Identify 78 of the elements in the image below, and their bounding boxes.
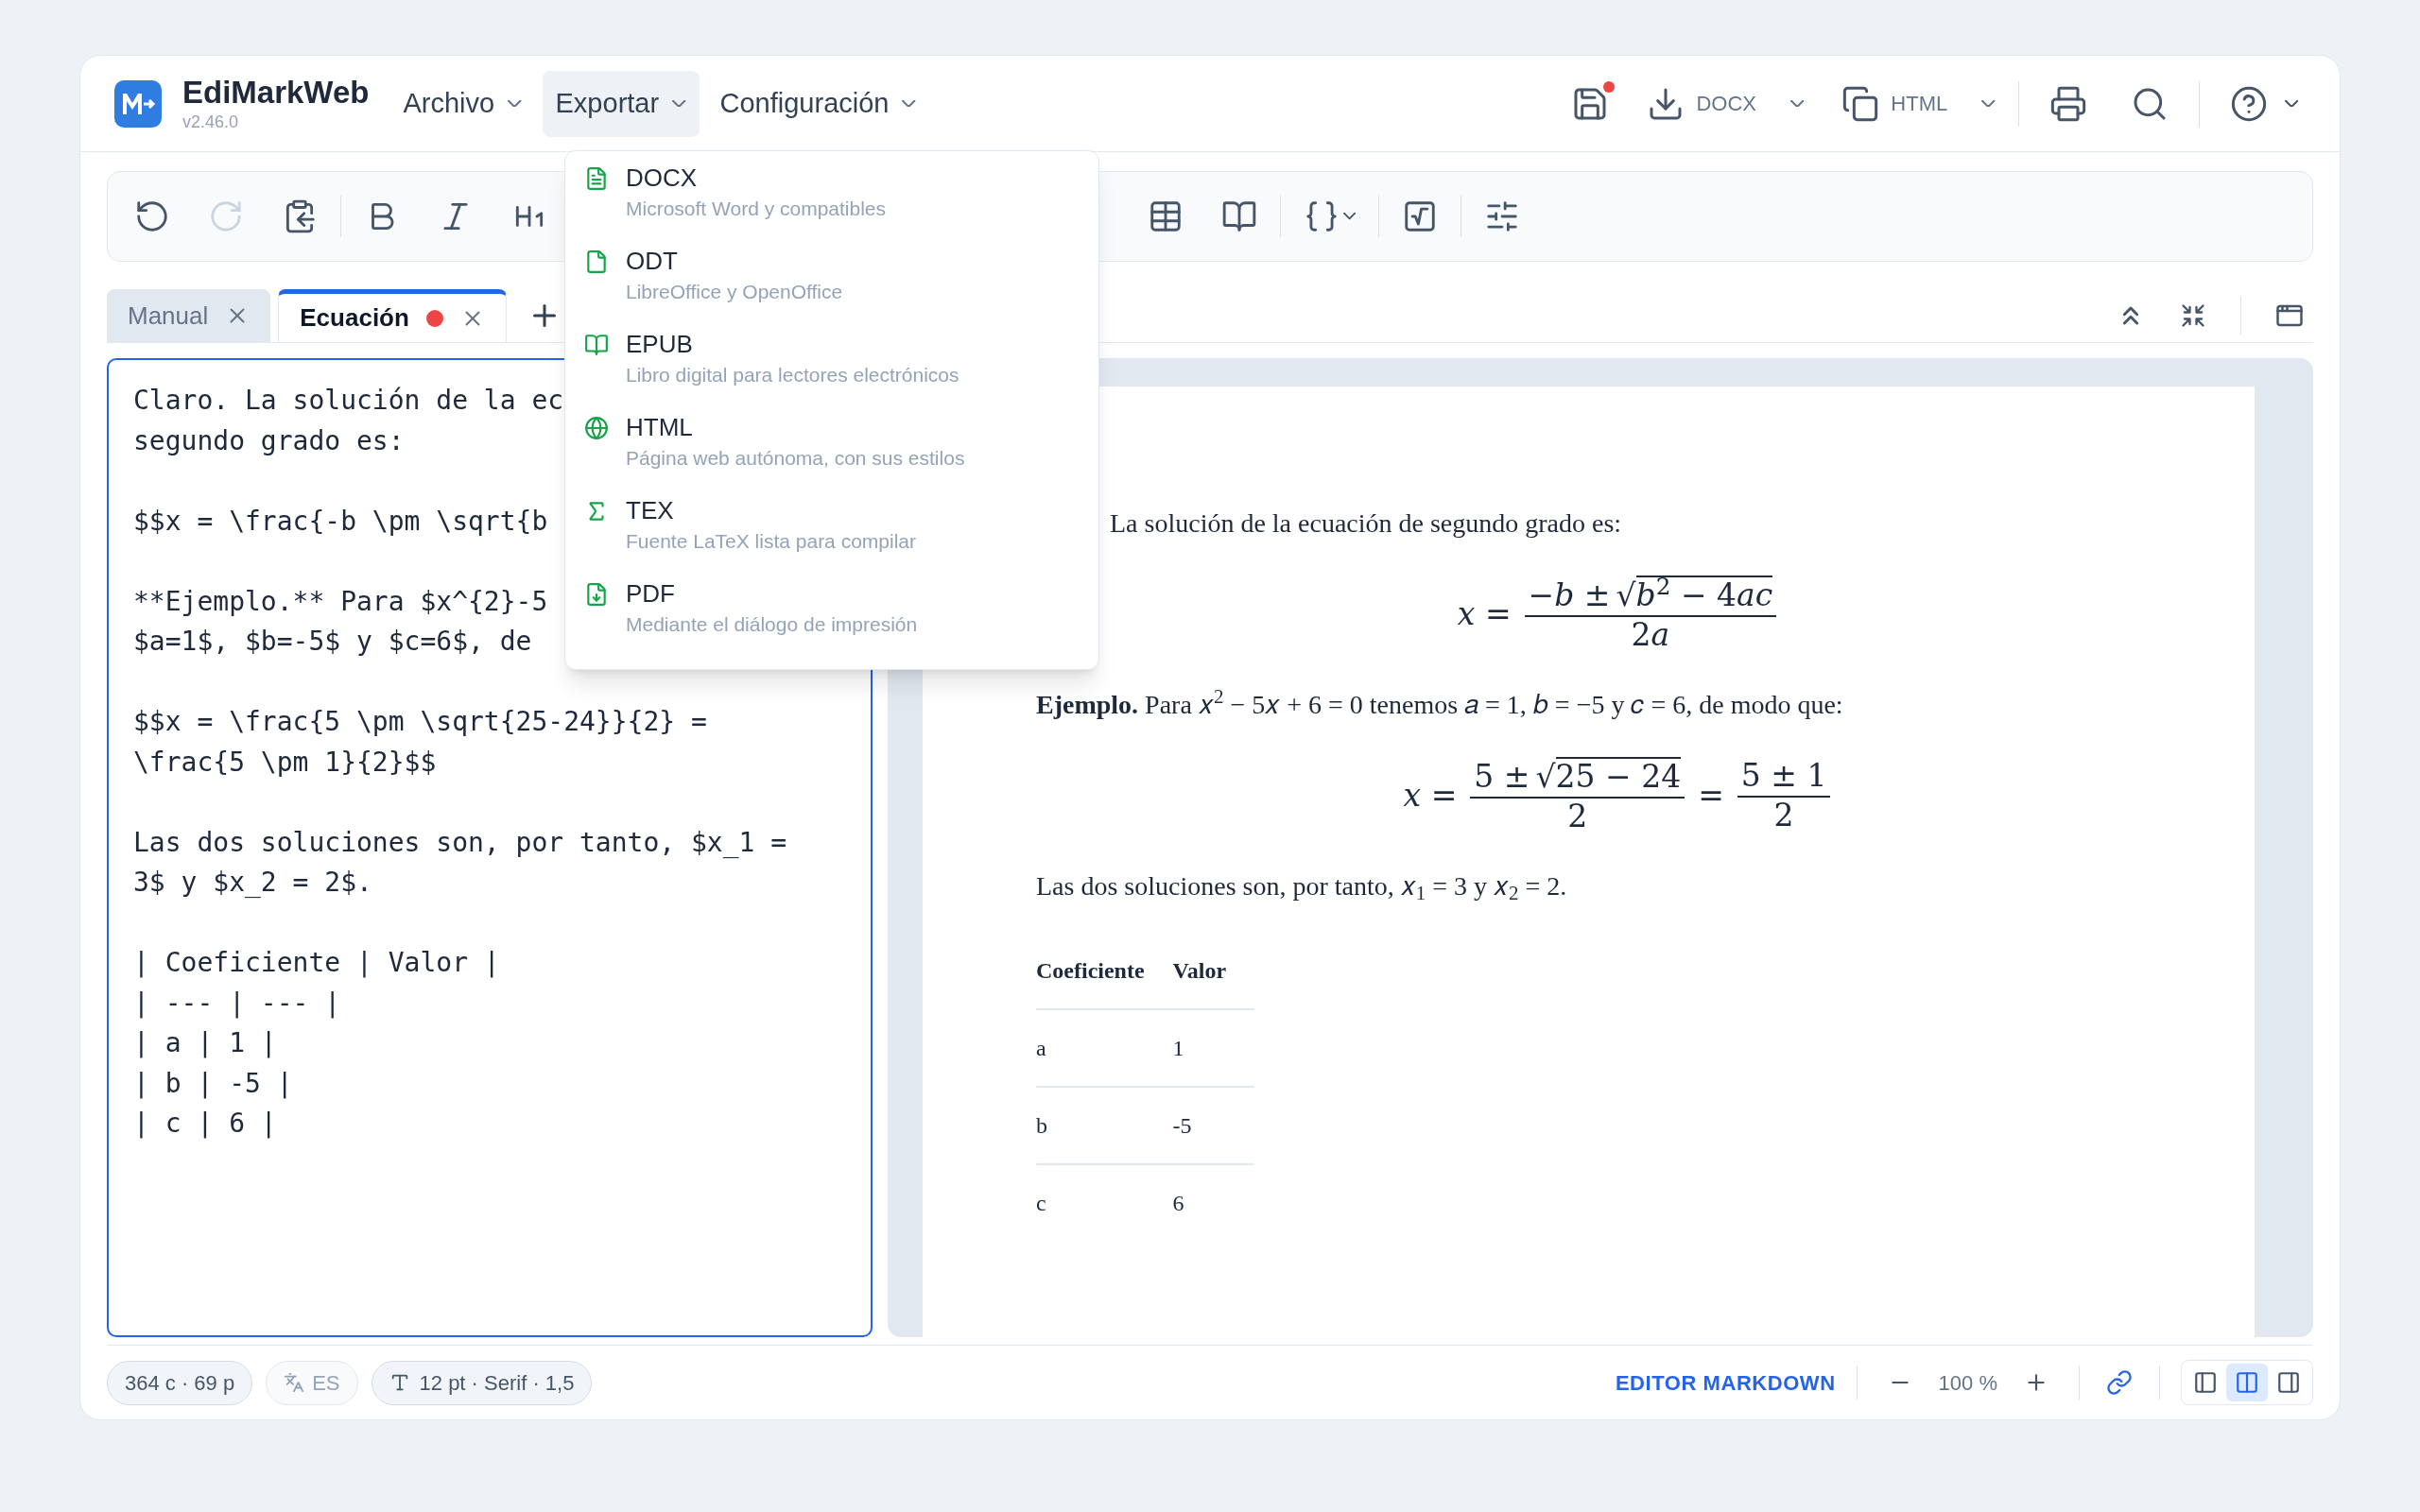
chevron-down-icon [902, 99, 916, 108]
math-text: 𝑥 = [1457, 594, 1512, 635]
table-cell: 1 [1172, 1008, 1255, 1087]
table-cell: b [1036, 1086, 1173, 1164]
code-line: Las dos soluciones son, por tanto, $x_1 = [133, 825, 787, 860]
file-icon [584, 249, 609, 274]
zoom-level: 100 % [1938, 1369, 1997, 1397]
help-icon [2229, 84, 2268, 123]
menu-button[interactable]: Exportar [542, 70, 700, 137]
table-header: Coeficiente [1036, 953, 1173, 1009]
code-line: **Ejemplo.** Para $x^{2}-5 [133, 584, 548, 619]
chevron-down-icon [1981, 99, 1996, 108]
printer-icon [2048, 84, 2087, 123]
editor-mode-label: EDITOR MARKDOWN [1615, 1369, 1836, 1397]
columns-icon [2235, 1370, 2259, 1395]
export-menu-item[interactable]: ODT LibreOffice y OpenOffice [565, 244, 1098, 327]
document-tab[interactable]: Ecuación [278, 289, 507, 342]
menu-button[interactable]: Archivo [389, 70, 535, 137]
braces-icon [1304, 198, 1340, 234]
translate-icon [284, 1372, 305, 1393]
code-line: | Coeficiente | Valor | [133, 946, 500, 980]
math-text: 𝑥 = [1403, 776, 1458, 816]
shrink-icon[interactable] [2180, 302, 2206, 329]
chevron-down-icon [508, 99, 522, 108]
preview-paragraph: Las dos soluciones son, por tanto, 𝑥$_{1}$ = 3 y 𝑥$_{2}$ = 2. [1036, 869, 1567, 906]
export-menu-item[interactable]: HTML Página web autónoma, con sus estilos [565, 410, 1098, 493]
table-header: Valor [1172, 953, 1255, 1009]
chevron-down-icon [1789, 99, 1805, 108]
code-line: $$x = \frac{5 \pm \sqrt{25-24}}{2} = [133, 705, 707, 739]
code-line: | c | 6 | [133, 1107, 277, 1141]
code-line: Claro. La solución de la ec [133, 384, 564, 418]
undo-icon [134, 198, 170, 234]
redo-icon [208, 198, 244, 234]
view-mode-button[interactable] [2226, 1364, 2268, 1401]
panel-left-icon [2193, 1370, 2218, 1395]
document-tab[interactable]: Manual [107, 289, 271, 342]
math-fraction: 5 ± √25 − 24 2 [1470, 756, 1685, 834]
export-menu-item[interactable]: TEX Fuente LaTeX lista para compilar [565, 493, 1098, 576]
code-line: | b | -5 | [133, 1066, 293, 1101]
code-line: | --- | --- | [133, 986, 341, 1021]
table-cell: c [1036, 1163, 1173, 1241]
export-menu-item[interactable]: EPUB Libro digital para lectores electrónicos [565, 327, 1098, 410]
code-line: $$x = \frac{-b \pm \sqrt{b [133, 504, 548, 539]
code-line: 3$ y $x_2 = 2$. [133, 866, 372, 900]
app-version: v2.46.0 [182, 113, 240, 130]
copy-icon [1841, 84, 1880, 123]
menu-button[interactable]: Configuración [706, 70, 929, 137]
table-cell: a [1036, 1008, 1173, 1087]
code-line: segundo grado es: [133, 423, 405, 458]
globe-icon [584, 416, 609, 440]
font-settings-button[interactable]: 12 pt · Serif · 1,5 [371, 1360, 593, 1405]
math-fraction: −𝑏 ± √𝑏$^{2}$ − 4𝑎𝑐 2𝑎 [1524, 576, 1777, 653]
link-icon[interactable] [2106, 1369, 2133, 1396]
code-line: | a | 1 | [133, 1026, 277, 1060]
export-menu-item[interactable]: DOCX Microsoft Word y compatibles [565, 161, 1098, 244]
book-icon [584, 333, 609, 357]
app-logo-icon [114, 79, 162, 128]
preview-paragraph: La solución de la ecuación de segundo grado es: [1110, 507, 1622, 540]
export-menu-item[interactable]: PDF Mediante el diálogo de impresión [565, 576, 1098, 660]
document-icon [584, 166, 609, 191]
character-count: 364 c · 69 p [107, 1360, 253, 1405]
app-title: EdiMarkWeb [182, 77, 370, 108]
code-line: $a=1$, $b=-5$ y $c=6$, de [133, 625, 532, 659]
file-download-icon [584, 582, 609, 607]
math-fraction: 5 ± 1 2 [1737, 757, 1831, 833]
table-cell: -5 [1172, 1086, 1255, 1164]
preview-paragraph: Ejemplo. Para 𝑥$^{2}$ − 5𝑥 + 6 = 0 tenemos 𝑎 = 1, 𝑏 = −5 y 𝑐 = 6, de modo que: [1036, 684, 1843, 721]
chevron-down-icon [672, 99, 686, 108]
chevron-down-icon [1343, 213, 1357, 220]
math-text: = [1698, 776, 1724, 816]
panel-right-icon [2276, 1370, 2301, 1395]
code-line: \frac{5 \pm 1}{2}$$ [133, 745, 437, 780]
table-icon [1148, 198, 1184, 234]
export-button[interactable]: DOCX [1647, 84, 1805, 123]
copy-button[interactable]: HTML [1841, 84, 1996, 123]
table-cell: 6 [1172, 1163, 1255, 1241]
chevron-down-icon [2284, 99, 2298, 108]
book-icon [1221, 198, 1257, 234]
